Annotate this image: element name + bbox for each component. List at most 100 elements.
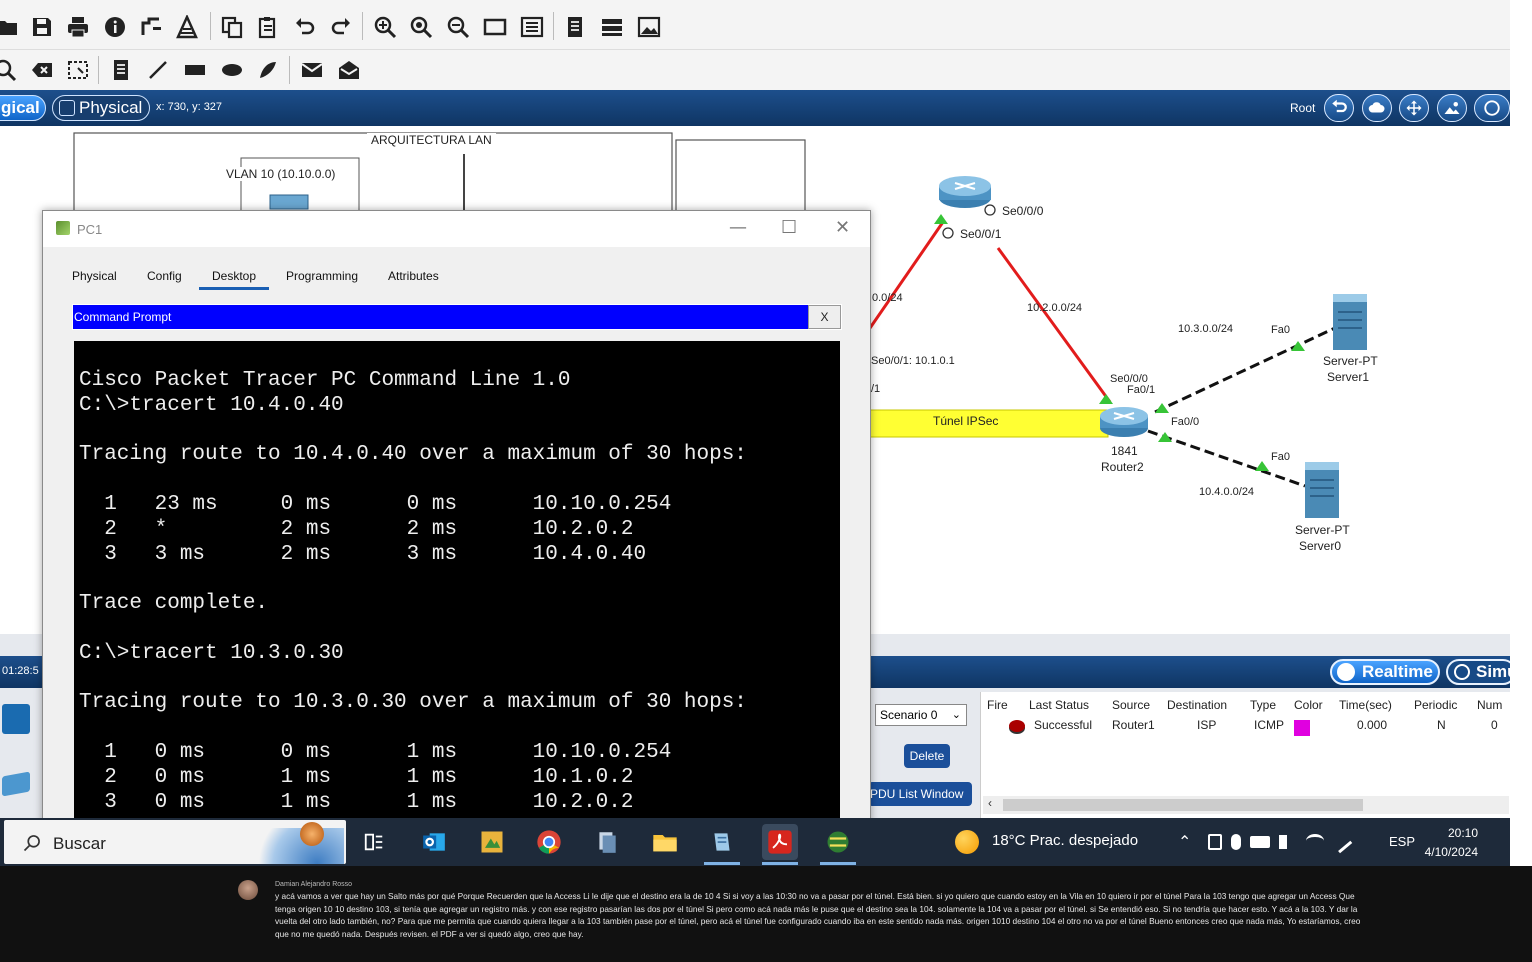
copy-icon[interactable] (219, 14, 245, 40)
delete-scenario-button[interactable]: Delete (904, 744, 950, 768)
wifi-icon[interactable] (1306, 834, 1324, 848)
volume-icon[interactable] (1279, 835, 1297, 849)
notes-icon[interactable] (562, 14, 588, 40)
battery-icon[interactable] (1250, 836, 1270, 848)
zoom-out-icon[interactable] (445, 14, 471, 40)
pdu-table: Fire Last Status Source Destination Type… (980, 692, 1510, 818)
microphone-icon[interactable] (1231, 834, 1241, 850)
draw-line-icon[interactable] (145, 57, 171, 83)
save-icon[interactable] (29, 14, 55, 40)
realtime-label: Realtime (1362, 662, 1433, 681)
draw-rectangle-icon[interactable] (182, 57, 208, 83)
tab-attributes[interactable]: Attributes (388, 269, 439, 283)
custom-devices-icon[interactable] (519, 14, 545, 40)
pc-icon (56, 221, 70, 235)
row-type: ICMP (1254, 718, 1284, 732)
router2-port-label: Fa0/1 (1127, 384, 1156, 396)
print-icon[interactable] (65, 14, 91, 40)
tab-physical[interactable]: Physical (52, 95, 150, 121)
server0-name: Server0 (1299, 539, 1342, 553)
add-simple-pdu-icon[interactable] (299, 57, 325, 83)
device-category-hub-icon[interactable] (2, 771, 30, 797)
search-icon (23, 835, 40, 852)
activity-wizard-icon[interactable] (174, 14, 200, 40)
info-icon[interactable] (102, 14, 128, 40)
add-complex-pdu-icon[interactable] (336, 57, 362, 83)
command-prompt-terminal[interactable]: Cisco Packet Tracer PC Command Line 1.0 … (74, 341, 840, 851)
toolbar-separator (98, 56, 99, 84)
maximize-button[interactable]: ☐ (781, 217, 797, 238)
close-button[interactable]: ✕ (835, 217, 850, 238)
windows-taskbar: Buscar 18°C Prac. despejado ⌃ ESP 20:10 … (0, 818, 1510, 866)
search-highlight-image (254, 828, 344, 864)
clock[interactable]: 20:10 4/10/2024 (1420, 824, 1478, 862)
link-label: 10.4.0.0/24 (1199, 486, 1255, 498)
chevron-up-icon[interactable]: ⌃ (1178, 832, 1191, 852)
scenario-select[interactable]: Scenario 0 ⌄ (875, 704, 967, 726)
toolbar-separator (289, 56, 290, 84)
taskbar-search[interactable]: Buscar (4, 820, 346, 864)
files-app-icon[interactable] (589, 824, 625, 860)
draw-ellipse-icon[interactable] (219, 57, 245, 83)
server0-type: Server-PT (1295, 523, 1350, 537)
row-time: 0.000 (1357, 718, 1388, 732)
acrobat-app-icon[interactable] (762, 824, 798, 860)
realtime-button[interactable]: Realtime (1330, 659, 1440, 685)
task-view-icon[interactable] (356, 824, 392, 860)
move-object-icon[interactable] (1399, 94, 1429, 122)
minimize-button[interactable]: — (729, 217, 747, 238)
inspect-icon[interactable] (0, 57, 18, 83)
pdu-list-window-button[interactable]: PDU List Window (868, 782, 972, 806)
language-indicator[interactable]: ESP (1389, 834, 1415, 849)
resize-shape-icon[interactable] (65, 57, 91, 83)
fire-button-icon[interactable] (1009, 720, 1025, 732)
place-note-icon[interactable] (108, 57, 134, 83)
clock-icon (1337, 663, 1355, 681)
tab-config[interactable]: Config (147, 269, 182, 283)
vlan-device-icon (269, 194, 309, 210)
delete-icon[interactable] (29, 57, 55, 83)
viewport-icon[interactable] (1474, 94, 1510, 122)
stopwatch-icon (1454, 664, 1470, 680)
freeform-icon[interactable] (255, 57, 281, 83)
pen-icon[interactable] (1329, 830, 1353, 854)
tab-logical[interactable]: gical (0, 95, 46, 121)
device-list-icon[interactable] (599, 14, 625, 40)
device-category-switch-icon[interactable] (2, 704, 30, 734)
outlook-app-icon[interactable] (416, 824, 452, 860)
tab-desktop[interactable]: Desktop (199, 269, 270, 290)
notes-app-icon[interactable] (704, 824, 740, 860)
drawing-palette-icon[interactable] (482, 14, 508, 40)
search-placeholder: Buscar (53, 834, 106, 853)
tab-programming[interactable]: Programming (286, 269, 358, 283)
set-background-icon[interactable] (1437, 94, 1467, 122)
caption-text: y acá vamos a ver que hay un Salto más p… (275, 891, 1361, 939)
link-label: 0.0/24 (872, 292, 903, 304)
chrome-app-icon[interactable] (531, 824, 567, 860)
device-icon[interactable] (1208, 834, 1222, 850)
cluster-icon[interactable] (1362, 94, 1392, 122)
command-prompt-close-button[interactable]: X (808, 305, 841, 329)
scroll-left-icon[interactable]: ‹ (988, 796, 992, 810)
packet-tracer-activity-icon[interactable] (474, 824, 510, 860)
redo-icon[interactable] (328, 14, 354, 40)
clock-icon (984, 204, 996, 216)
col-header: Destination (1167, 698, 1228, 712)
undo-icon[interactable] (292, 14, 318, 40)
zoom-reset-icon[interactable] (408, 14, 434, 40)
zoom-in-icon[interactable] (372, 14, 398, 40)
server1-icon (1333, 294, 1367, 350)
paste-icon[interactable] (255, 14, 281, 40)
packet-tracer-app-icon[interactable] (820, 824, 856, 860)
open-folder-icon[interactable] (0, 14, 20, 40)
network-wizard-icon[interactable] (138, 14, 164, 40)
simulation-button[interactable]: Simu (1446, 659, 1518, 685)
back-icon[interactable] (1324, 94, 1354, 122)
scroll-thumb[interactable] (1003, 799, 1363, 811)
file-explorer-icon[interactable] (647, 824, 683, 860)
horizontal-scrollbar[interactable]: ‹ (983, 796, 1509, 814)
tab-physical-pc[interactable]: Physical (72, 269, 117, 283)
row-status: Successful (1034, 718, 1093, 732)
image-icon[interactable] (636, 14, 662, 40)
link-label: 10.2.0.0/24 (1027, 302, 1083, 314)
